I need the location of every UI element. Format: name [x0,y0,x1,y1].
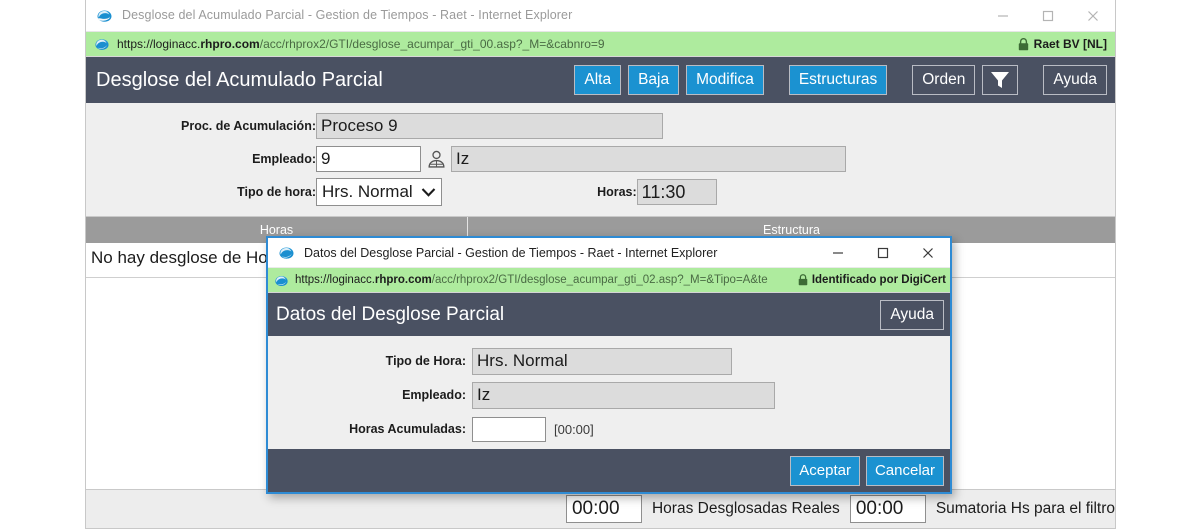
tipo-hora-selected-value: Hrs. Normal [322,182,413,201]
status-bar: 00:00 Horas Desglosadas Reales 00:00 Sum… [86,489,1115,528]
tipo-hora-label: Tipo de hora: [237,185,316,199]
modal-address-bar[interactable]: https://loginacc.rhpro.com/acc/rhprox2/G… [268,267,950,293]
alta-button[interactable]: Alta [574,65,622,95]
site-identity: Raet BV [NL] [1018,32,1107,56]
proceso-label: Proc. de Acumulación: [181,119,316,133]
modal-header: Datos del Desglose Parcial Ayuda [268,293,950,336]
browser-title-text: Desglose del Acumulado Parcial - Gestion… [122,8,573,22]
modal-body: Tipo de Hora: Hrs. Normal Empleado: Iz H… [268,336,950,449]
modal-title-text: Datos del Desglose Parcial - Gestion de … [304,245,718,260]
lock-icon [1018,37,1028,50]
modal-site-identity: Identificado por DigiCert [798,268,946,292]
address-bar[interactable]: https://loginacc.rhpro.com/acc/rhprox2/G… [86,31,1115,57]
modal-url-scheme: https://loginacc. [295,274,375,286]
maximize-button[interactable] [1025,0,1070,31]
modal-row-tipo-hora: Tipo de Hora: Hrs. Normal [268,346,950,376]
modal-site-identity-text: Identificado por DigiCert [811,274,946,286]
minimize-button[interactable] [980,0,1025,31]
modifica-button[interactable]: Modifica [686,65,764,95]
person-icon [427,150,445,168]
modal-ayuda-button[interactable]: Ayuda [880,299,944,330]
modal-titlebar: Datos del Desglose Parcial - Gestion de … [268,238,950,267]
modal-minimize-button[interactable] [815,238,860,267]
close-button[interactable] [1070,0,1115,31]
window-controls [980,0,1115,31]
filter-button[interactable] [982,65,1019,95]
modal-horas-acumuladas-hint: [00:00] [554,421,594,437]
empleado-label: Empleado: [252,152,316,166]
modal-empleado-label: Empleado: [402,388,466,402]
modal-footer: Aceptar Cancelar [268,449,950,492]
modal-empleado-field: Iz [472,381,775,409]
form-row-proceso: Proc. de Acumulación: Proceso 9 [86,111,1115,141]
modal-url-path: /acc/rhprox2/GTI/desglose_acumpar_gti_02… [431,274,768,286]
tipo-hora-select[interactable]: Hrs. Normal [316,178,442,206]
modal-horas-acumuladas-label: Horas Acumuladas: [349,422,466,436]
url-path: /acc/rhprox2/GTI/desglose_acumpar_gti_00… [259,37,605,51]
lock-icon [798,274,808,286]
chevron-down-icon [421,188,435,197]
horas-field: 11:30 [636,179,717,205]
modal-url-domain: rhpro.com [374,274,432,286]
form-area: Proc. de Acumulación: Proceso 9 Empleado… [86,103,1115,217]
toolbar: Alta Baja Modifica Estructuras Orden Ayu… [574,57,1107,103]
sumatoria-field[interactable]: 00:00 [849,495,926,523]
horas-desglosadas-label: Horas Desglosadas Reales [651,500,840,517]
internet-explorer-icon [96,7,113,24]
modal-tipo-hora-label: Tipo de Hora: [385,354,466,368]
modal-row-empleado: Empleado: Iz [268,380,950,410]
ayuda-button[interactable]: Ayuda [1043,65,1107,95]
empleado-name-field: Iz [451,146,846,172]
horas-label: Horas: [597,185,637,199]
internet-explorer-icon [274,273,289,288]
url-scheme: https://loginacc. [117,37,201,51]
internet-explorer-icon [278,244,295,261]
orden-button[interactable]: Orden [912,65,976,95]
form-row-tipo-hora: Tipo de hora: Hrs. Normal Horas: 11:30 [86,177,1115,207]
empleado-code-input[interactable]: 9 [316,146,421,172]
horas-desglosadas-field[interactable]: 00:00 [565,495,642,523]
page-title: Desglose del Acumulado Parcial [96,68,383,91]
modal-page-title: Datos del Desglose Parcial [276,303,505,325]
modal-horas-acumuladas-input[interactable] [472,416,546,442]
form-row-empleado: Empleado: 9 Iz [86,144,1115,174]
browser-titlebar: Desglose del Acumulado Parcial - Gestion… [86,0,1115,31]
modal-row-horas-acumuladas: Horas Acumuladas: [00:00] [268,414,950,444]
modal-close-button[interactable] [905,238,950,267]
cancelar-button[interactable]: Cancelar [865,455,944,486]
funnel-icon [991,72,1010,88]
address-bar-url: https://loginacc.rhpro.com/acc/rhprox2/G… [117,37,605,51]
modal-window-controls [815,238,950,267]
modal-tipo-hora-field: Hrs. Normal [472,347,732,375]
estructuras-button[interactable]: Estructuras [788,65,888,95]
internet-explorer-icon [94,36,110,52]
site-identity-text: Raet BV [NL] [1033,37,1107,51]
modal-address-bar-url: https://loginacc.rhpro.com/acc/rhprox2/G… [295,274,768,286]
app-header: Desglose del Acumulado Parcial Alta Baja… [86,57,1115,103]
modal-dialog-window: Datos del Desglose Parcial - Gestion de … [266,236,952,494]
proceso-field: Proceso 9 [316,113,663,139]
modal-maximize-button[interactable] [860,238,905,267]
url-domain: rhpro.com [200,37,260,51]
sumatoria-label: Sumatoria Hs para el filtro [935,500,1115,517]
baja-button[interactable]: Baja [628,65,680,95]
empleado-picker-button[interactable] [423,146,449,172]
aceptar-button[interactable]: Aceptar [790,455,860,486]
